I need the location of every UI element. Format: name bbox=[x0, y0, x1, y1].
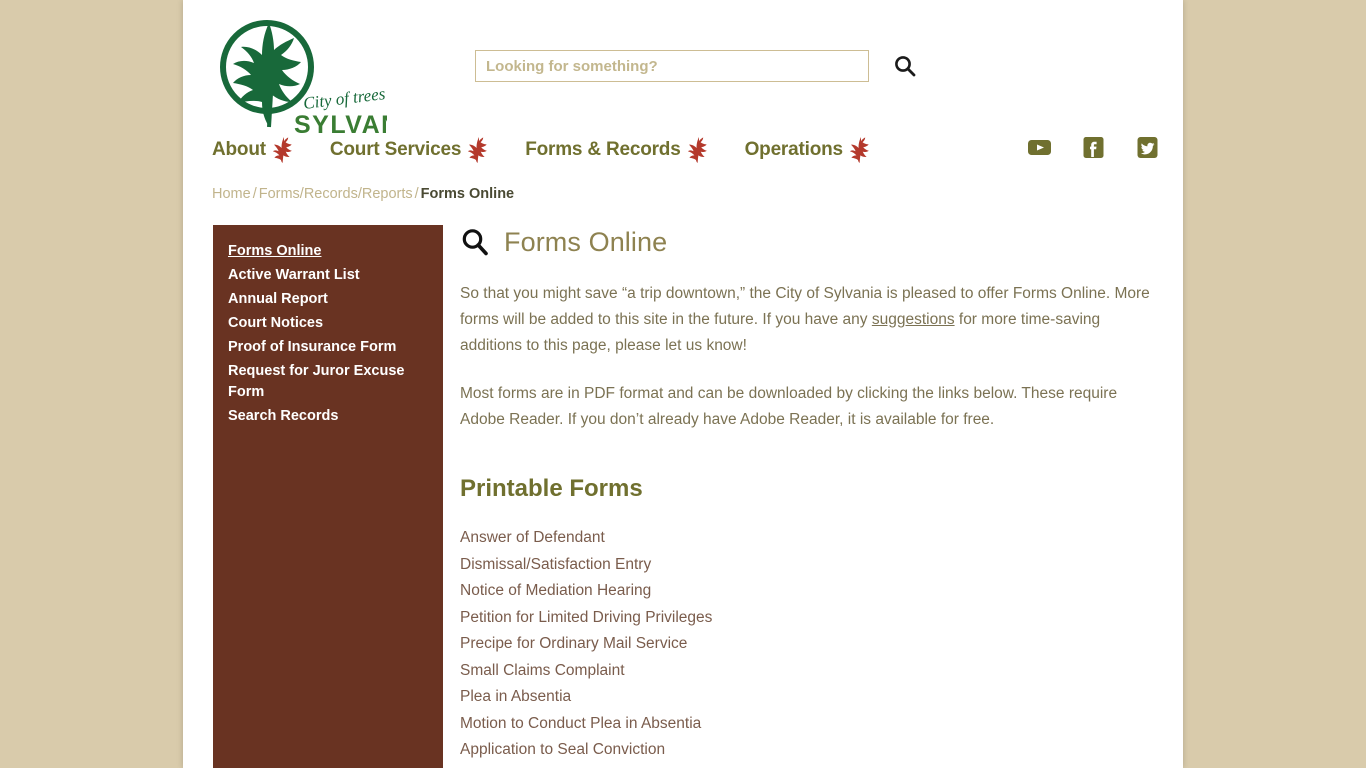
list-item: Application to Seal Conviction bbox=[460, 737, 1165, 764]
list-item: Application to Seal Dismissal bbox=[460, 764, 1165, 768]
list-item: Precipe for Ordinary Mail Service bbox=[460, 631, 1165, 658]
form-link-answer-of-defendant[interactable]: Answer of Defendant bbox=[460, 525, 605, 552]
form-link-notice-of-mediation-hearing[interactable]: Notice of Mediation Hearing bbox=[460, 578, 651, 605]
twitter-icon bbox=[1137, 137, 1158, 158]
sidebar-item-court-notices[interactable]: Court Notices bbox=[213, 311, 443, 335]
main-navigation: About Court Services Forms & Records Ope… bbox=[212, 137, 907, 163]
search-input[interactable] bbox=[475, 50, 869, 82]
sidebar-item-active-warrant-list[interactable]: Active Warrant List bbox=[213, 263, 443, 287]
section-title-printable-forms: Printable Forms bbox=[460, 475, 643, 502]
page-title-text: Forms Online bbox=[504, 226, 668, 257]
nav-item-label: About bbox=[212, 139, 266, 160]
site-container: City of trees SYLVANIA About Court S bbox=[183, 0, 1183, 768]
pdf-note-paragraph: Most forms are in PDF format and can be … bbox=[460, 385, 1118, 428]
list-item: Dismissal/Satisfaction Entry bbox=[460, 552, 1165, 579]
breadcrumb-item-home[interactable]: Home bbox=[212, 186, 251, 202]
main-content: Forms Online So that you might save “a t… bbox=[460, 225, 1165, 768]
page-title: Forms Online bbox=[460, 225, 1165, 259]
sidebar-item-proof-of-insurance-form[interactable]: Proof of Insurance Form bbox=[213, 335, 443, 359]
logo-wordmark: SYLVANIA bbox=[294, 111, 387, 133]
youtube-icon bbox=[1028, 140, 1051, 155]
sidebar-item-request-for-juror-excuse-form[interactable]: Request for Juror Excuse Form bbox=[213, 359, 443, 404]
sidebar-item-forms-online[interactable]: Forms Online bbox=[213, 239, 443, 263]
search-button[interactable] bbox=[893, 54, 917, 78]
oak-leaf-icon bbox=[468, 137, 489, 163]
form-link-plea-in-absentia[interactable]: Plea in Absentia bbox=[460, 684, 571, 711]
suggestions-link[interactable]: suggestions bbox=[872, 311, 955, 328]
form-link-application-to-seal-dismissal[interactable]: Application to Seal Dismissal bbox=[460, 764, 659, 768]
oak-leaf-icon bbox=[272, 137, 294, 163]
social-links bbox=[1028, 136, 1159, 159]
content-area: Forms Online Active Warrant List Annual … bbox=[183, 225, 1183, 768]
nav-item-label: Operations bbox=[744, 139, 844, 160]
form-link-dismissal-satisfaction-entry[interactable]: Dismissal/Satisfaction Entry bbox=[460, 552, 651, 579]
sidebar-item-search-records[interactable]: Search Records bbox=[213, 404, 443, 428]
social-link-facebook[interactable] bbox=[1082, 136, 1105, 159]
list-item: Small Claims Complaint bbox=[460, 658, 1165, 685]
breadcrumb-item-current: Forms Online bbox=[420, 186, 515, 202]
form-link-precipe-for-ordinary-mail-service[interactable]: Precipe for Ordinary Mail Service bbox=[460, 631, 687, 658]
list-item: Motion to Conduct Plea in Absentia bbox=[460, 711, 1165, 738]
sidebar-item-annual-report[interactable]: Annual Report bbox=[213, 287, 443, 311]
logo-script-text: City of trees bbox=[302, 84, 387, 113]
printable-forms-list: Answer of Defendant Dismissal/Satisfacti… bbox=[460, 525, 1165, 768]
search-area bbox=[475, 50, 917, 82]
list-item: Petition for Limited Driving Privileges bbox=[460, 605, 1165, 632]
nav-item-label: Court Services bbox=[329, 139, 462, 160]
nav-item-court-services[interactable]: Court Services bbox=[330, 137, 489, 163]
form-link-application-to-seal-conviction[interactable]: Application to Seal Conviction bbox=[460, 737, 665, 764]
site-header: City of trees SYLVANIA About Court S bbox=[183, 0, 1183, 163]
oak-leaf-icon bbox=[849, 137, 871, 163]
breadcrumb-item-forms-records-reports[interactable]: Forms/Records/Reports bbox=[259, 186, 413, 202]
site-logo[interactable]: City of trees SYLVANIA bbox=[212, 15, 387, 133]
nav-item-label: Forms & Records bbox=[525, 139, 681, 160]
nav-item-forms-records[interactable]: Forms & Records bbox=[525, 137, 708, 163]
form-link-small-claims-complaint[interactable]: Small Claims Complaint bbox=[460, 658, 625, 685]
list-item: Plea in Absentia bbox=[460, 684, 1165, 711]
facebook-icon bbox=[1083, 137, 1104, 158]
list-item: Answer of Defendant bbox=[460, 525, 1165, 552]
list-item: Notice of Mediation Hearing bbox=[460, 578, 1165, 605]
form-link-motion-to-conduct-plea-in-absentia[interactable]: Motion to Conduct Plea in Absentia bbox=[460, 711, 701, 738]
nav-item-operations[interactable]: Operations bbox=[745, 137, 871, 163]
sidebar-navigation: Forms Online Active Warrant List Annual … bbox=[213, 225, 443, 768]
oak-leaf-circle-logo-icon: City of trees SYLVANIA bbox=[220, 20, 387, 133]
search-icon bbox=[895, 56, 916, 77]
social-link-twitter[interactable] bbox=[1136, 136, 1159, 159]
intro-paragraph: So that you might save “a trip downtown,… bbox=[460, 281, 1160, 359]
breadcrumb-separator: / bbox=[252, 186, 257, 202]
breadcrumb-separator: / bbox=[414, 186, 419, 202]
search-icon bbox=[460, 227, 490, 257]
form-link-petition-for-limited-driving-privileges[interactable]: Petition for Limited Driving Privileges bbox=[460, 605, 712, 632]
social-link-youtube[interactable] bbox=[1028, 136, 1051, 159]
nav-item-about[interactable]: About bbox=[212, 137, 294, 163]
breadcrumb: Home / Forms/Records/Reports / Forms Online bbox=[212, 186, 514, 202]
oak-leaf-icon bbox=[687, 137, 709, 163]
